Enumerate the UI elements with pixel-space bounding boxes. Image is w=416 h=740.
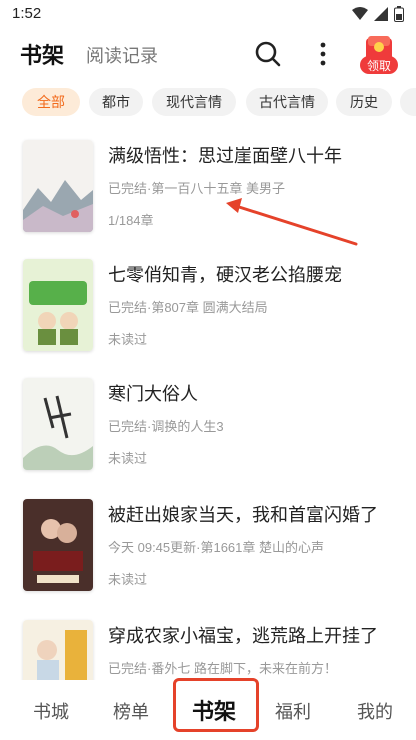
book-title: 寒门大俗人 — [108, 384, 198, 404]
wifi-icon — [352, 7, 368, 20]
filter-chip-modern-romance[interactable]: 现代言情 — [152, 88, 236, 116]
tab-bookshelf[interactable]: 书架 — [20, 38, 64, 70]
book-latest-chapter: 已完结·调换的人生3 — [108, 419, 224, 434]
tab-reading-history[interactable]: 阅读记录 — [86, 42, 158, 68]
book-cover — [23, 259, 93, 351]
cover-art-mountain — [23, 140, 93, 232]
gift-label: 领取 — [367, 59, 391, 73]
nav-bookstore[interactable]: 书城 — [21, 698, 81, 724]
book-progress: 未读过 — [108, 572, 148, 587]
status-bar: 1:52 — [0, 0, 416, 30]
filter-chip-ancient-romance[interactable]: 古代言情 — [246, 88, 328, 116]
book-latest-chapter: 已完结·第一百八十五章 美男子 — [108, 181, 285, 196]
filter-chip-urban[interactable]: 都市 — [89, 88, 143, 116]
annotation-highlight-box — [173, 678, 259, 732]
book-item[interactable]: 满级悟性：思过崖面壁八十年 已完结·第一百八十五章 美男子 1/184章 — [0, 140, 416, 260]
nav-profile[interactable]: 我的 — [345, 698, 405, 724]
book-cover — [23, 140, 93, 232]
book-progress: 1/184章 — [108, 213, 154, 228]
status-icons — [352, 6, 404, 22]
book-title: 被赶出娘家当天，我和首富闪婚了 — [108, 505, 378, 525]
cover-art-calligraphy — [23, 378, 93, 470]
status-time: 1:52 — [12, 5, 42, 22]
filter-chip-all[interactable]: 全部 — [22, 88, 80, 116]
book-cover — [23, 499, 93, 591]
book-title: 穿成农家小福宝，逃荒路上开挂了 — [108, 626, 378, 646]
book-item[interactable]: 被赶出娘家当天，我和首富闪婚了 今天 09:45更新·第1661章 楚山的心声 … — [0, 499, 416, 619]
nav-welfare[interactable]: 福利 — [263, 698, 323, 724]
header: 书架 阅读记录 领取 — [0, 30, 416, 80]
cover-art-wedding — [23, 499, 93, 591]
book-progress: 未读过 — [108, 451, 148, 466]
signal-icon — [374, 7, 388, 21]
book-latest-chapter: 今天 09:45更新·第1661章 楚山的心声 — [108, 540, 325, 555]
category-filter-bar: 全部 都市 现代言情 古代言情 历史 — [0, 88, 416, 118]
search-icon[interactable] — [254, 40, 282, 68]
book-latest-chapter: 已完结·番外七 路在脚下，未来在前方！ — [108, 661, 337, 676]
book-title: 满级悟性：思过崖面壁八十年 — [108, 146, 342, 166]
book-item[interactable]: 七零俏知青，硬汉老公掐腰宠 已完结·第807章 圆满大结局 未读过 — [0, 259, 416, 379]
book-item[interactable]: 寒门大俗人 已完结·调换的人生3 未读过 — [0, 378, 416, 498]
reward-button[interactable]: 领取 — [358, 34, 400, 78]
cover-art-couple — [23, 259, 93, 351]
book-progress: 未读过 — [108, 332, 148, 347]
filter-chip-more[interactable] — [400, 88, 416, 116]
book-cover — [23, 378, 93, 470]
more-options-icon[interactable] — [314, 40, 332, 68]
book-latest-chapter: 已完结·第807章 圆满大结局 — [108, 300, 268, 315]
red-envelope-icon: 领取 — [360, 36, 398, 74]
nav-rankings[interactable]: 榜单 — [101, 698, 161, 724]
battery-icon — [394, 6, 404, 22]
filter-chip-history[interactable]: 历史 — [336, 88, 392, 116]
book-title: 七零俏知青，硬汉老公掐腰宠 — [108, 265, 342, 285]
